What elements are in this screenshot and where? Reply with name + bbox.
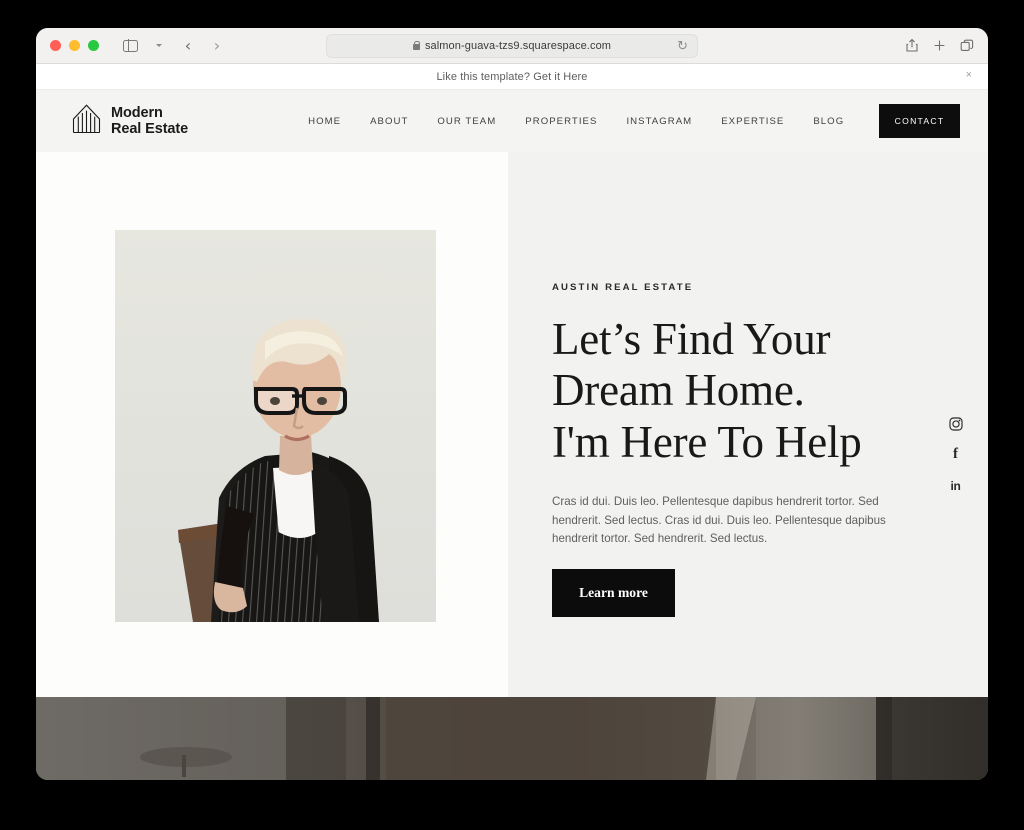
chevron-down-icon xyxy=(156,44,162,47)
site-logo[interactable]: Modern Real Estate xyxy=(72,103,188,139)
minimize-window-button[interactable] xyxy=(69,40,80,51)
headline-line-1: Let’s Find Your xyxy=(552,314,831,364)
nav-item-instagram[interactable]: INSTAGRAM xyxy=(626,116,692,127)
site-header: Modern Real Estate HOME ABOUT OUR TEAM P… xyxy=(36,90,988,152)
toolbar-nav-group: ‹ › xyxy=(117,34,230,58)
agent-portrait-image xyxy=(115,230,436,622)
logo-line-1: Modern xyxy=(111,104,163,121)
nav-item-our-team[interactable]: OUR TEAM xyxy=(437,116,496,127)
social-links: f in xyxy=(948,416,963,493)
desktop-background: ‹ › salmon-guava-tzs9.squarespace.com ↻ xyxy=(0,0,1024,830)
toolbar-actions xyxy=(905,38,974,53)
hero-eyebrow: AUSTIN REAL ESTATE xyxy=(552,282,694,293)
sidebar-icon xyxy=(122,39,138,52)
template-promo-bar: Like this template? Get it Here × xyxy=(36,64,988,90)
maximize-window-button[interactable] xyxy=(88,40,99,51)
building-icon xyxy=(72,103,101,139)
nav-item-home[interactable]: HOME xyxy=(308,116,341,127)
nav-item-properties[interactable]: PROPERTIES xyxy=(525,116,597,127)
hero-left-panel xyxy=(36,152,508,697)
tab-overview-button[interactable] xyxy=(960,39,974,53)
sidebar-dropdown-button[interactable] xyxy=(146,34,172,58)
lock-icon xyxy=(412,40,421,50)
url-text-wrap: salmon-guava-tzs9.squarespace.com xyxy=(412,40,612,52)
site-logo-text: Modern Real Estate xyxy=(111,105,188,137)
chevron-right-icon: › xyxy=(213,35,221,55)
linkedin-icon[interactable]: in xyxy=(948,478,963,493)
back-button[interactable]: ‹ xyxy=(175,34,201,58)
hero-body-text: Cras id dui. Duis leo. Pellentesque dapi… xyxy=(552,494,886,546)
close-icon[interactable]: × xyxy=(966,70,972,81)
page-title: Let’s Find Your Dream Home. I'm Here To … xyxy=(552,314,952,468)
window-controls xyxy=(50,40,99,51)
close-window-button[interactable] xyxy=(50,40,61,51)
nav-item-expertise[interactable]: EXPERTISE xyxy=(721,116,784,127)
logo-line-2: Real Estate xyxy=(111,121,189,137)
page-viewport: Like this template? Get it Here × Modern xyxy=(36,64,988,780)
headline-line-3: I'm Here To Help xyxy=(552,416,862,467)
nav-item-about[interactable]: ABOUT xyxy=(370,116,408,127)
hero-section: AUSTIN REAL ESTATE Let’s Find Your Dream… xyxy=(36,152,988,697)
sidebar-toggle-button[interactable] xyxy=(117,34,143,58)
contact-button[interactable]: CONTACT xyxy=(879,104,960,138)
hero-right-panel: AUSTIN REAL ESTATE Let’s Find Your Dream… xyxy=(508,152,988,697)
primary-nav: HOME ABOUT OUR TEAM PROPERTIES INSTAGRAM… xyxy=(308,116,844,127)
forward-button[interactable]: › xyxy=(204,34,230,58)
instagram-icon[interactable] xyxy=(948,416,963,431)
chevron-left-icon: ‹ xyxy=(184,35,192,55)
facebook-icon[interactable]: f xyxy=(948,447,963,462)
promo-text[interactable]: Like this template? Get it Here xyxy=(436,71,587,83)
headline-line-2: Dream Home. xyxy=(552,365,805,416)
learn-more-button[interactable]: Learn more xyxy=(552,568,675,617)
next-section-preview xyxy=(36,697,988,780)
share-button[interactable] xyxy=(905,38,919,53)
nav-item-blog[interactable]: BLOG xyxy=(813,116,844,127)
url-text: salmon-guava-tzs9.squarespace.com xyxy=(424,40,612,52)
new-tab-button[interactable] xyxy=(933,39,946,52)
reload-button[interactable]: ↻ xyxy=(677,39,688,54)
hero-content: AUSTIN REAL ESTATE Let’s Find Your Dream… xyxy=(552,282,952,617)
browser-window: ‹ › salmon-guava-tzs9.squarespace.com ↻ xyxy=(36,28,988,780)
address-bar[interactable]: salmon-guava-tzs9.squarespace.com ↻ xyxy=(326,34,698,58)
browser-toolbar: ‹ › salmon-guava-tzs9.squarespace.com ↻ xyxy=(36,28,988,64)
